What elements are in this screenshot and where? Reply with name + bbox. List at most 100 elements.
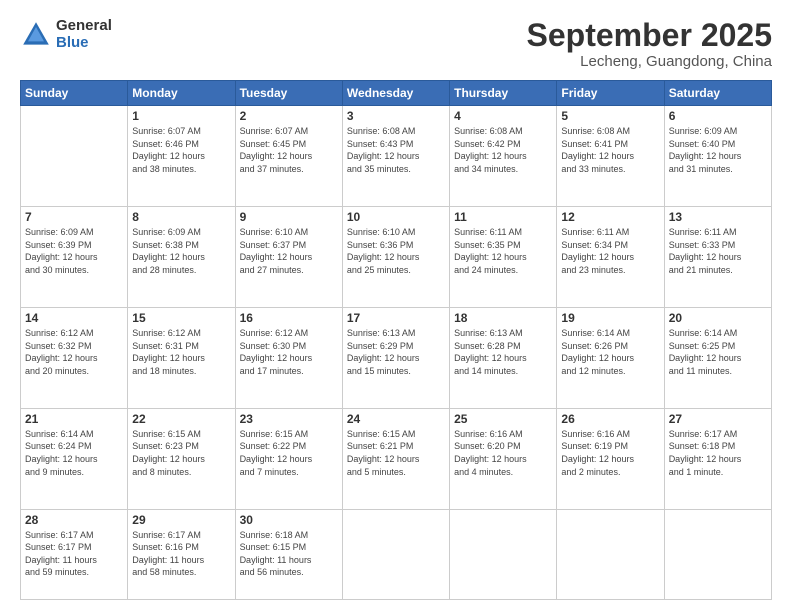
col-friday: Friday bbox=[557, 81, 664, 106]
logo: General Blue bbox=[20, 18, 112, 51]
col-wednesday: Wednesday bbox=[342, 81, 449, 106]
header: General Blue September 2025 Lecheng, Gua… bbox=[20, 18, 772, 70]
day-number: 27 bbox=[669, 412, 767, 426]
day-number: 28 bbox=[25, 513, 123, 527]
day-info: Sunrise: 6:08 AM Sunset: 6:43 PM Dayligh… bbox=[347, 125, 445, 175]
day-info: Sunrise: 6:08 AM Sunset: 6:41 PM Dayligh… bbox=[561, 125, 659, 175]
day-number: 5 bbox=[561, 109, 659, 123]
calendar-cell: 30Sunrise: 6:18 AM Sunset: 6:15 PM Dayli… bbox=[235, 509, 342, 599]
calendar-cell: 2Sunrise: 6:07 AM Sunset: 6:45 PM Daylig… bbox=[235, 106, 342, 207]
day-number: 11 bbox=[454, 210, 552, 224]
calendar-cell bbox=[664, 509, 771, 599]
calendar-cell: 26 Sunrise: 6:16 AM Sunset: 6:19 PM Dayli… bbox=[557, 408, 664, 509]
day-number: 10 bbox=[347, 210, 445, 224]
calendar-week-5: 28 Sunrise: 6:17 AM Sunset: 6:17 PM Dayli… bbox=[21, 509, 772, 599]
col-monday: Monday bbox=[128, 81, 235, 106]
day-info: Sunrise: 6:14 AM Sunset: 6:26 PM Dayligh… bbox=[561, 327, 659, 377]
day-info: Sunrise: 6:11 AM Sunset: 6:35 PM Dayligh… bbox=[454, 226, 552, 276]
calendar-cell: 23Sunrise: 6:15 AM Sunset: 6:22 PM Dayli… bbox=[235, 408, 342, 509]
day-number: 25 bbox=[454, 412, 552, 426]
day-number: 22 bbox=[132, 412, 230, 426]
calendar-cell: 15Sunrise: 6:12 AM Sunset: 6:31 PM Dayli… bbox=[128, 307, 235, 408]
calendar-table: Sunday Monday Tuesday Wednesday Thursday… bbox=[20, 80, 772, 600]
day-number: 17 bbox=[347, 311, 445, 325]
day-info: Sunrise: 6:14 AM Sunset: 6:25 PM Dayligh… bbox=[669, 327, 767, 377]
day-info: Sunrise: 6:09 AM Sunset: 6:38 PM Dayligh… bbox=[132, 226, 230, 276]
day-number: 24 bbox=[347, 412, 445, 426]
day-info: Sunrise: 6:15 AM Sunset: 6:21 PM Dayligh… bbox=[347, 428, 445, 478]
calendar-cell: 29Sunrise: 6:17 AM Sunset: 6:16 PM Dayli… bbox=[128, 509, 235, 599]
day-info: Sunrise: 6:08 AM Sunset: 6:42 PM Dayligh… bbox=[454, 125, 552, 175]
calendar-cell: 24 Sunrise: 6:15 AM Sunset: 6:21 PM Dayli… bbox=[342, 408, 449, 509]
day-number: 3 bbox=[347, 109, 445, 123]
day-number: 6 bbox=[669, 109, 767, 123]
day-number: 16 bbox=[240, 311, 338, 325]
calendar-cell: 9 Sunrise: 6:10 AM Sunset: 6:37 PM Daylig… bbox=[235, 207, 342, 308]
day-number: 26 bbox=[561, 412, 659, 426]
logo-general: General bbox=[56, 18, 112, 35]
day-info: Sunrise: 6:10 AM Sunset: 6:36 PM Dayligh… bbox=[347, 226, 445, 276]
day-info: Sunrise: 6:09 AM Sunset: 6:40 PM Dayligh… bbox=[669, 125, 767, 175]
day-info: Sunrise: 6:11 AM Sunset: 6:33 PM Dayligh… bbox=[669, 226, 767, 276]
day-number: 19 bbox=[561, 311, 659, 325]
day-number: 18 bbox=[454, 311, 552, 325]
calendar-cell: 4 Sunrise: 6:08 AM Sunset: 6:42 PM Daylig… bbox=[450, 106, 557, 207]
calendar-cell: 11 Sunrise: 6:11 AM Sunset: 6:35 PM Dayli… bbox=[450, 207, 557, 308]
calendar-cell: 14Sunrise: 6:12 AM Sunset: 6:32 PM Dayli… bbox=[21, 307, 128, 408]
page: General Blue September 2025 Lecheng, Gua… bbox=[0, 0, 792, 612]
calendar-cell: 7Sunrise: 6:09 AM Sunset: 6:39 PM Daylig… bbox=[21, 207, 128, 308]
day-info: Sunrise: 6:07 AM Sunset: 6:46 PM Dayligh… bbox=[132, 125, 230, 175]
calendar-cell: 28 Sunrise: 6:17 AM Sunset: 6:17 PM Dayli… bbox=[21, 509, 128, 599]
day-number: 8 bbox=[132, 210, 230, 224]
day-number: 9 bbox=[240, 210, 338, 224]
col-sunday: Sunday bbox=[21, 81, 128, 106]
calendar-week-1: 1 Sunrise: 6:07 AM Sunset: 6:46 PM Daylig… bbox=[21, 106, 772, 207]
calendar-cell: 20 Sunrise: 6:14 AM Sunset: 6:25 PM Dayli… bbox=[664, 307, 771, 408]
calendar-cell: 21Sunrise: 6:14 AM Sunset: 6:24 PM Dayli… bbox=[21, 408, 128, 509]
day-info: Sunrise: 6:12 AM Sunset: 6:30 PM Dayligh… bbox=[240, 327, 338, 377]
calendar-cell: 6 Sunrise: 6:09 AM Sunset: 6:40 PM Daylig… bbox=[664, 106, 771, 207]
day-number: 1 bbox=[132, 109, 230, 123]
calendar-cell: 22Sunrise: 6:15 AM Sunset: 6:23 PM Dayli… bbox=[128, 408, 235, 509]
day-info: Sunrise: 6:11 AM Sunset: 6:34 PM Dayligh… bbox=[561, 226, 659, 276]
calendar-cell: 27 Sunrise: 6:17 AM Sunset: 6:18 PM Dayli… bbox=[664, 408, 771, 509]
calendar-cell: 10 Sunrise: 6:10 AM Sunset: 6:36 PM Dayli… bbox=[342, 207, 449, 308]
calendar-cell bbox=[342, 509, 449, 599]
logo-text: General Blue bbox=[56, 18, 112, 51]
day-info: Sunrise: 6:10 AM Sunset: 6:37 PM Dayligh… bbox=[240, 226, 338, 276]
day-info: Sunrise: 6:09 AM Sunset: 6:39 PM Dayligh… bbox=[25, 226, 123, 276]
calendar-cell: 16 Sunrise: 6:12 AM Sunset: 6:30 PM Dayli… bbox=[235, 307, 342, 408]
day-number: 15 bbox=[132, 311, 230, 325]
calendar-cell: 3 Sunrise: 6:08 AM Sunset: 6:43 PM Daylig… bbox=[342, 106, 449, 207]
day-info: Sunrise: 6:07 AM Sunset: 6:45 PM Dayligh… bbox=[240, 125, 338, 175]
day-info: Sunrise: 6:15 AM Sunset: 6:22 PM Dayligh… bbox=[240, 428, 338, 478]
col-saturday: Saturday bbox=[664, 81, 771, 106]
calendar-subtitle: Lecheng, Guangdong, China bbox=[527, 53, 772, 70]
day-info: Sunrise: 6:13 AM Sunset: 6:29 PM Dayligh… bbox=[347, 327, 445, 377]
calendar-cell: 5 Sunrise: 6:08 AM Sunset: 6:41 PM Daylig… bbox=[557, 106, 664, 207]
calendar-cell: 17 Sunrise: 6:13 AM Sunset: 6:29 PM Dayli… bbox=[342, 307, 449, 408]
calendar-week-2: 7Sunrise: 6:09 AM Sunset: 6:39 PM Daylig… bbox=[21, 207, 772, 308]
calendar-cell: 18 Sunrise: 6:13 AM Sunset: 6:28 PM Dayli… bbox=[450, 307, 557, 408]
day-info: Sunrise: 6:16 AM Sunset: 6:20 PM Dayligh… bbox=[454, 428, 552, 478]
calendar-title: September 2025 bbox=[527, 18, 772, 53]
day-info: Sunrise: 6:17 AM Sunset: 6:18 PM Dayligh… bbox=[669, 428, 767, 478]
calendar-cell: 19 Sunrise: 6:14 AM Sunset: 6:26 PM Dayli… bbox=[557, 307, 664, 408]
day-info: Sunrise: 6:12 AM Sunset: 6:32 PM Dayligh… bbox=[25, 327, 123, 377]
col-tuesday: Tuesday bbox=[235, 81, 342, 106]
calendar-week-3: 14Sunrise: 6:12 AM Sunset: 6:32 PM Dayli… bbox=[21, 307, 772, 408]
day-info: Sunrise: 6:16 AM Sunset: 6:19 PM Dayligh… bbox=[561, 428, 659, 478]
day-number: 30 bbox=[240, 513, 338, 527]
calendar-cell: 13Sunrise: 6:11 AM Sunset: 6:33 PM Dayli… bbox=[664, 207, 771, 308]
day-number: 20 bbox=[669, 311, 767, 325]
day-info: Sunrise: 6:17 AM Sunset: 6:17 PM Dayligh… bbox=[25, 529, 123, 579]
calendar-cell: 1 Sunrise: 6:07 AM Sunset: 6:46 PM Daylig… bbox=[128, 106, 235, 207]
calendar-week-4: 21Sunrise: 6:14 AM Sunset: 6:24 PM Dayli… bbox=[21, 408, 772, 509]
calendar-cell: 25 Sunrise: 6:16 AM Sunset: 6:20 PM Dayli… bbox=[450, 408, 557, 509]
calendar-cell: 12Sunrise: 6:11 AM Sunset: 6:34 PM Dayli… bbox=[557, 207, 664, 308]
day-number: 4 bbox=[454, 109, 552, 123]
title-block: September 2025 Lecheng, Guangdong, China bbox=[527, 18, 772, 70]
logo-icon bbox=[20, 19, 52, 51]
calendar-cell bbox=[557, 509, 664, 599]
day-info: Sunrise: 6:13 AM Sunset: 6:28 PM Dayligh… bbox=[454, 327, 552, 377]
